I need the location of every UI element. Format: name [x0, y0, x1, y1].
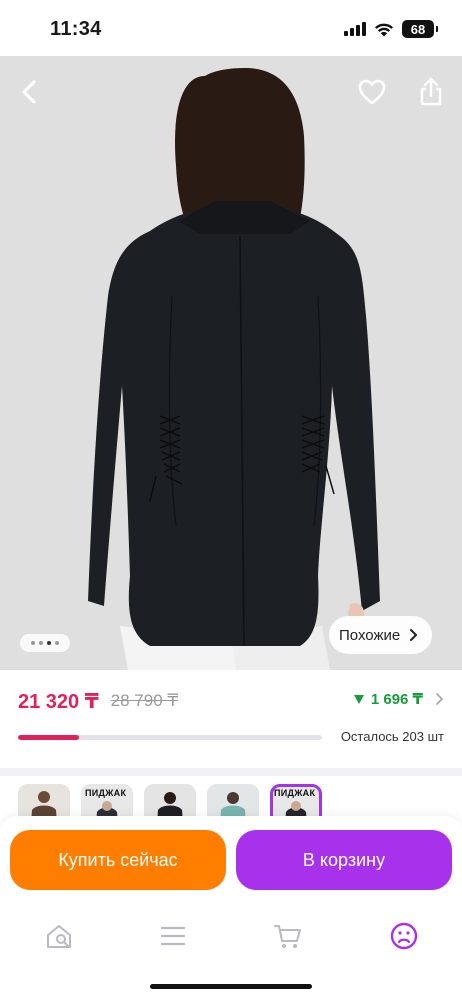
share-icon [420, 77, 442, 106]
profile-icon [390, 922, 418, 950]
status-time: 11:34 [50, 18, 102, 40]
status-bar: 11:34 68 [0, 0, 462, 56]
share-button[interactable] [413, 74, 449, 110]
wifi-icon [375, 23, 393, 36]
carousel-indicator [20, 634, 70, 652]
carousel-dot [39, 641, 43, 645]
back-button[interactable] [12, 74, 48, 110]
carousel-dot [31, 641, 35, 645]
signal-icon [344, 22, 366, 36]
similar-button[interactable]: Похожие [329, 616, 433, 654]
catalog-icon [160, 926, 186, 946]
add-to-cart-button[interactable]: В корзину [236, 830, 452, 890]
cashback-amount: 1 696 ₸ [370, 691, 423, 708]
down-arrow-icon [353, 694, 364, 704]
current-price: 21 320 ₸ [18, 690, 99, 713]
stock-progress-fill [18, 735, 79, 740]
cart-icon [274, 925, 301, 948]
nav-catalog[interactable] [155, 918, 191, 954]
battery-icon: 68 [402, 20, 438, 38]
chevron-right-icon [410, 629, 418, 641]
old-price: 28 790 ₸ [110, 691, 179, 710]
back-icon [22, 80, 36, 104]
stock-row: Осталось 203 шт [18, 728, 444, 748]
carousel-dot-active [47, 641, 51, 645]
bottom-navigation [0, 906, 462, 1000]
similar-label: Похожие [339, 626, 401, 644]
product-image[interactable]: Похожие [0, 56, 462, 670]
heart-icon [358, 79, 386, 105]
cashback-badge[interactable]: 1 696 ₸ [353, 690, 444, 708]
nav-profile[interactable] [386, 918, 422, 954]
buy-now-button[interactable]: Купить сейчас [10, 830, 226, 890]
action-bar: Купить сейчас В корзину [0, 816, 462, 906]
home-indicator [150, 984, 312, 989]
variant-tag: ПИДЖАК [274, 788, 316, 798]
stock-progress-bar [18, 735, 322, 740]
home-search-icon [47, 925, 71, 948]
nav-cart[interactable] [270, 918, 306, 954]
chevron-right-icon [436, 693, 443, 705]
stock-text: Осталось 203 шт [340, 729, 444, 744]
favorite-button[interactable] [354, 74, 390, 110]
carousel-dot [55, 641, 59, 645]
variant-tag: ПИДЖАК [85, 788, 127, 798]
status-icons: 68 [344, 20, 438, 38]
nav-home[interactable] [41, 918, 77, 954]
price-row: 21 320 ₸ 28 790 ₸ 1 696 ₸ [18, 686, 444, 716]
section-divider [0, 768, 462, 776]
product-photo [0, 56, 462, 670]
